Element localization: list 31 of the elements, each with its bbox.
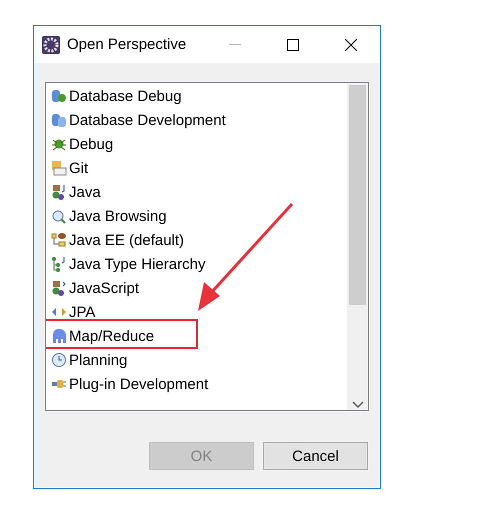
java-icon: [51, 184, 67, 200]
scrollbar[interactable]: [347, 83, 368, 410]
list-item[interactable]: Java Browsing: [46, 204, 347, 228]
list-item[interactable]: Java EE (default): [46, 228, 347, 252]
magnifier-icon: [51, 208, 67, 224]
list-item[interactable]: Map/Reduce: [46, 324, 347, 348]
hierarchy-icon: [51, 256, 67, 272]
gear-icon: [42, 36, 60, 54]
cancel-button[interactable]: Cancel: [263, 442, 368, 470]
list-item[interactable]: Git: [46, 156, 347, 180]
list-item[interactable]: Database Development: [46, 108, 347, 132]
scroll-thumb[interactable]: [349, 85, 366, 305]
maximize-icon: [287, 38, 299, 50]
list-item[interactable]: Java: [46, 180, 347, 204]
window-title: Open Perspective: [67, 36, 188, 53]
close-icon: [345, 38, 357, 50]
list-item[interactable]: Java Type Hierarchy: [46, 252, 347, 276]
database-icon: [51, 112, 67, 128]
clock-icon: [51, 352, 67, 368]
minimize-icon: [229, 44, 241, 46]
list-item[interactable]: Plug-in Development: [46, 372, 347, 396]
list-item[interactable]: JavaScript: [46, 276, 347, 300]
list-item[interactable]: Database Debug: [46, 84, 347, 108]
list-item[interactable]: Debug: [46, 132, 347, 156]
tree-icon: [51, 232, 67, 248]
database-bug-icon: [51, 88, 67, 104]
javascript-icon: [51, 280, 67, 296]
folder-icon: [51, 160, 67, 176]
list-item[interactable]: Planning: [46, 348, 347, 372]
elephant-icon: [51, 328, 67, 344]
list-item[interactable]: JPA: [46, 300, 347, 324]
